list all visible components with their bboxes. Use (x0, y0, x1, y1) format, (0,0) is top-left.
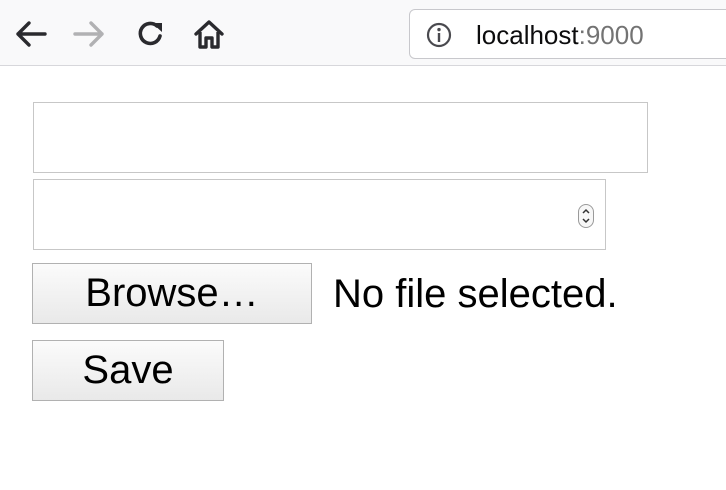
text-field[interactable] (33, 102, 648, 173)
save-button[interactable]: Save (32, 340, 224, 401)
url-port: :9000 (578, 20, 644, 50)
info-icon[interactable] (426, 22, 452, 48)
url-host: localhost (476, 20, 579, 50)
address-bar[interactable]: localhost:9000 (409, 9, 726, 59)
back-arrow-icon (16, 21, 47, 47)
home-button[interactable] (191, 16, 227, 52)
forward-arrow-icon (73, 21, 104, 47)
file-status-label: No file selected. (333, 272, 618, 316)
browser-toolbar: localhost:9000 (0, 0, 726, 66)
forward-button[interactable] (72, 16, 108, 52)
page-content: Browse… No file selected. Save (0, 67, 726, 490)
reload-button[interactable] (133, 16, 169, 52)
browse-button[interactable]: Browse… (32, 263, 312, 324)
back-button[interactable] (12, 16, 48, 52)
home-icon (194, 20, 224, 49)
number-spinner-icon[interactable] (578, 204, 594, 228)
url-text: localhost:9000 (476, 20, 644, 50)
number-field[interactable] (33, 179, 606, 250)
reload-icon (138, 21, 162, 46)
